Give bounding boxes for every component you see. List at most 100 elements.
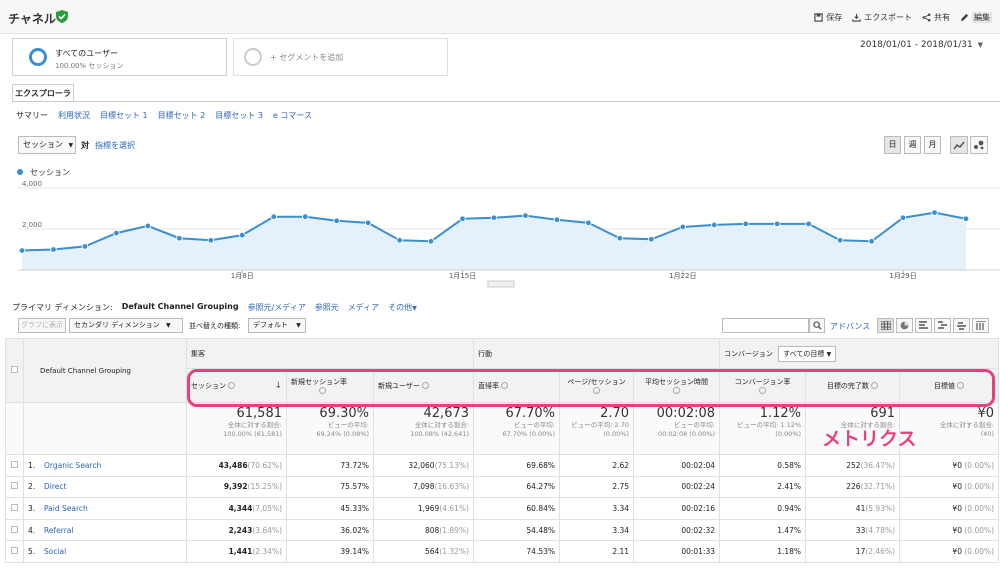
data-point [962,215,970,222]
row-checkbox[interactable] [11,482,18,490]
data-point [648,236,655,243]
dim-medium[interactable]: メディア [348,302,379,313]
table-row: 2. Direct 9,392(15.25%) 75.57% 7,098(16.63%)… [5,475,1000,499]
view-pivot-button[interactable] [972,318,989,333]
data-point [207,237,214,244]
legend-dot [17,169,23,175]
select-all-checkbox[interactable] [11,366,18,373]
subtab-goal-set-1[interactable]: 目標セット 1 [100,110,148,121]
data-point [18,247,26,254]
table-row: 4. Referral 2,243(3.64%) 36.02% 808(1.89%) 54… [5,518,1000,542]
view-pie-button[interactable] [896,318,913,333]
pivot-icon [975,320,986,330]
view-data-table-button[interactable] [877,318,894,333]
subtab-usage[interactable]: 利用状況 [58,110,90,121]
subtab-summary[interactable]: サマリー [16,110,48,121]
export-button[interactable]: エクスポート [852,12,912,23]
dimension-header[interactable]: Default Channel Grouping [23,338,187,403]
metrics-highlight-box [187,369,995,407]
y-tick-label: 4,000 [22,180,42,188]
search-button[interactable] [809,318,825,333]
tab-divider [12,101,1000,102]
row-checkbox[interactable] [11,503,18,511]
range-day-button[interactable]: 日 [884,136,901,154]
data-point [459,215,466,222]
data-point [113,229,120,237]
tab-explorer[interactable]: エクスプローラ [12,84,74,102]
goal-select[interactable]: すべての目標 ▼ [778,345,837,362]
table-row: 1. Organic Search 43,486(70.62%) 73.72% 32,0… [5,454,1000,477]
segment-all-users[interactable]: すべてのユーザー 100.00% セッション [12,38,227,76]
add-segment-button[interactable]: + セグメントを追加 [233,38,448,76]
row-checkbox[interactable] [11,547,18,555]
conversion-group-header: コンバージョン すべての目標 ▼ [719,338,1000,369]
advanced-filter-link[interactable]: アドバンス [830,321,870,332]
select-all-cell [5,338,24,403]
bubble-chart-icon [974,140,984,150]
total-cell: 69.30% ビューの平均: 69.24% (0.08%) [286,402,374,455]
motion-chart-button[interactable] [970,136,988,154]
save-button[interactable]: 保存 [814,12,842,23]
channel-link[interactable]: Paid Search [44,504,88,513]
x-tick-label: 1月29日 [889,272,916,280]
subtab-goal-set-3[interactable]: 目標セット 3 [215,110,263,121]
bars-icon [918,321,928,329]
data-point [805,220,812,228]
versus-label: 対 [81,141,89,150]
legend-label: セッション [30,168,70,177]
line-chart-icon [953,141,965,150]
data-point [81,243,89,250]
channel-link[interactable]: Direct [44,482,66,491]
save-icon [814,13,823,22]
total-cell: 1.12% ビューの平均: 1.12% (0.00%) [719,402,807,455]
view-performance-button[interactable] [915,318,932,333]
dim-source[interactable]: 参照元 [315,302,339,313]
data-point [711,221,718,229]
row-checkbox[interactable] [11,460,18,468]
plot-rows-button[interactable]: グラフに表示 [18,318,66,333]
data-point [427,238,435,245]
dim-source-medium[interactable]: 参照元/メディア [248,302,306,313]
secondary-dimension-select[interactable]: セカンダリ ディメンション ▼ [69,318,183,333]
data-point [774,220,781,228]
empty-ring-icon [244,48,262,66]
channel-link[interactable]: Referral [44,526,73,535]
table-row: 3. Paid Search 4,344(7.05%) 45.33% 1,969(4.6… [5,497,1000,520]
metric-select[interactable]: セッション ▼ [18,136,76,154]
data-point [364,219,372,227]
primary-dim-value: Default Channel Grouping [121,302,239,311]
acquisition-group-header: 集客 [185,338,475,369]
line-chart-button[interactable] [950,136,968,154]
sort-type-select[interactable]: デフォルト ▼ [248,318,306,333]
edit-button[interactable]: 編集 [960,12,992,23]
total-cell: 42,673 全体に対する割合: 100.08% (42,641) [372,402,475,455]
header-actions: 保存 エクスポート 共有 編集 [814,12,992,23]
primary-dim-label: プライマリ ディメンション: [12,303,113,312]
row-checkbox[interactable] [11,525,18,533]
data-point [868,238,875,245]
data-point [396,237,403,244]
series-area [22,212,966,270]
subtab-goal-set-2[interactable]: 目標セット 2 [158,110,206,121]
export-icon [852,13,861,22]
range-week-button[interactable]: 週 [904,136,921,154]
view-term-cloud-button[interactable] [953,318,970,333]
table-search-input[interactable] [722,318,809,333]
pick-metric-link[interactable]: 指標を選択 [95,140,135,151]
subtab-ecommerce[interactable]: e コマース [273,110,312,121]
y-tick-label: 2,000 [22,221,42,229]
total-cell: 61,581 全体に対する割合: 100.00% (61,581) [186,402,287,455]
segment-ring-icon [29,48,47,66]
date-range-picker[interactable]: 2018/01/01 - 2018/01/31 ▼ [860,40,983,50]
range-month-button[interactable]: 月 [924,136,941,154]
data-point [836,237,844,244]
share-button[interactable]: 共有 [922,12,950,23]
view-comparison-button[interactable] [934,318,951,333]
primary-dimension-bar: プライマリ ディメンション: Default Channel Grouping … [12,302,417,313]
chevron-down-icon: ▼ [826,350,832,358]
data-point [270,213,277,220]
channel-link[interactable]: Social [44,547,66,556]
channel-link[interactable]: Organic Search [44,461,101,470]
dim-other[interactable]: その他▼ [388,302,417,313]
data-point [239,231,246,239]
